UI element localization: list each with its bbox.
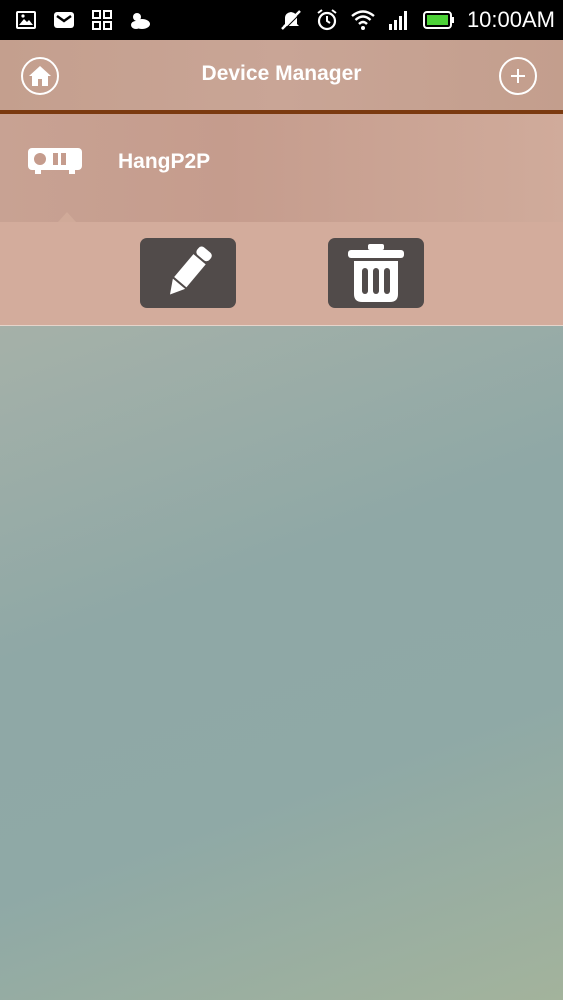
wifi-icon [351, 10, 375, 30]
add-device-button[interactable] [499, 57, 537, 95]
gallery-icon [16, 11, 36, 29]
camera-device-icon [28, 148, 82, 174]
signal-icon [388, 11, 407, 30]
device-action-bar [0, 222, 563, 326]
page-title: Device Manager [201, 62, 362, 85]
plus-icon [511, 69, 525, 83]
apps-icon [92, 10, 112, 30]
content-background [0, 326, 563, 1000]
trash-icon [348, 244, 404, 302]
mail-icon [54, 12, 74, 28]
app-header: Device Manager [0, 40, 563, 114]
alarm-icon [317, 9, 337, 31]
mute-icon [281, 10, 302, 31]
edit-device-button[interactable] [140, 238, 236, 308]
status-left-icons [14, 8, 152, 32]
delete-device-button[interactable] [328, 238, 424, 308]
status-clock: 10:00AM [466, 7, 555, 32]
status-bar: 10:00AM [0, 0, 563, 40]
pencil-icon [170, 246, 212, 295]
battery-icon [422, 11, 454, 29]
action-bar-pointer [58, 212, 76, 222]
weather-icon [131, 13, 150, 29]
status-right-icons: 10:00AM [279, 6, 555, 34]
device-name: HangP2P [118, 150, 211, 173]
device-list-item[interactable]: HangP2P [0, 114, 563, 222]
